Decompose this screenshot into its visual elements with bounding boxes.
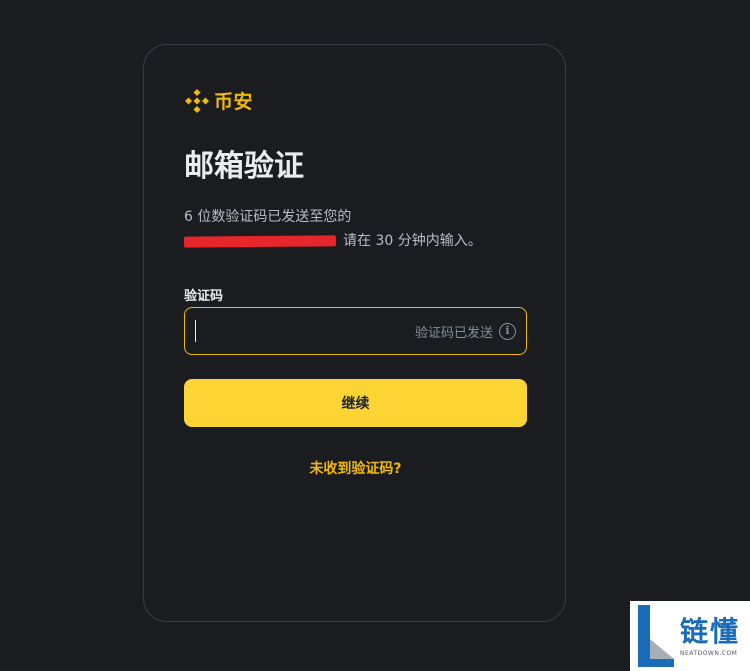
neatdown-logo-icon bbox=[638, 605, 674, 667]
watermark-sub: NEATDOWN.COM bbox=[680, 649, 738, 657]
code-field[interactable]: 验证码已发送 i bbox=[184, 307, 527, 355]
watermark: 链懂 NEATDOWN.COM bbox=[630, 601, 750, 671]
watermark-name: 链懂 bbox=[680, 614, 741, 648]
description-line1: 6 位数验证码已发送至您的 bbox=[184, 209, 352, 225]
info-icon[interactable]: i bbox=[499, 322, 516, 340]
watermark-text: 链懂 NEATDOWN.COM bbox=[680, 614, 741, 657]
brand-name: 币安 bbox=[214, 91, 254, 113]
verification-card: 币安 邮箱验证 6 位数验证码已发送至您的 请在 30 分钟内输入。 验证码 验… bbox=[143, 44, 566, 622]
verification-code-input[interactable] bbox=[196, 315, 415, 347]
brand: 币安 bbox=[184, 87, 253, 114]
redacted-email bbox=[183, 234, 337, 248]
resend-code-link[interactable]: 未收到验证码? bbox=[184, 458, 527, 478]
binance-diamond-icon bbox=[184, 88, 210, 113]
code-field-label: 验证码 bbox=[184, 289, 224, 304]
description-line2-suffix: 请在 30 分钟内输入。 bbox=[343, 233, 482, 249]
description-line2: 请在 30 分钟内输入。 bbox=[183, 229, 534, 253]
page-title: 邮箱验证 bbox=[184, 149, 304, 184]
verification-description: 6 位数验证码已发送至您的 请在 30 分钟内输入。 bbox=[183, 205, 534, 253]
continue-button[interactable]: 继续 bbox=[184, 379, 527, 427]
code-sent-status: 验证码已发送 bbox=[414, 325, 493, 341]
